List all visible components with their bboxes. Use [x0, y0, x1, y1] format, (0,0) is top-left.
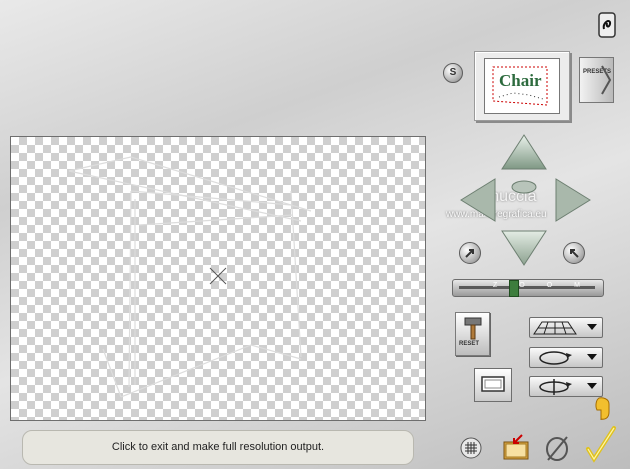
arrow-up-button[interactable] — [500, 132, 548, 172]
ok-icon[interactable] — [585, 425, 617, 468]
rotate-right-button[interactable] — [563, 242, 585, 264]
thumbnail-preview[interactable]: Chair — [474, 51, 570, 121]
zoom-handle[interactable] — [509, 280, 519, 297]
s-button-label: S — [449, 67, 457, 78]
chevron-down-icon — [587, 324, 597, 330]
rotate-mode-dropdown[interactable] — [529, 347, 603, 368]
status-bar: Click to exit and make full resolution o… — [22, 430, 414, 465]
info-icon[interactable] — [598, 12, 616, 38]
arrow-left-button[interactable] — [458, 177, 498, 223]
flip-mode-dropdown[interactable] — [529, 376, 603, 397]
presets-button[interactable]: PRESETS — [579, 57, 614, 103]
cancel-icon[interactable] — [543, 434, 571, 467]
rotate-icon — [539, 351, 572, 365]
thumbnail-image: Chair — [484, 58, 560, 114]
frame-icon — [481, 376, 505, 392]
chevron-down-icon — [587, 354, 597, 360]
rotate-left-button[interactable] — [459, 242, 481, 264]
reset-label: RESET — [459, 341, 480, 347]
status-text: Click to exit and make full resolution o… — [111, 441, 325, 453]
reset-button[interactable]: RESET — [455, 312, 490, 356]
wireframe-outline — [68, 156, 312, 398]
frame-button[interactable] — [474, 368, 512, 402]
grid-icon[interactable] — [460, 437, 482, 464]
arrow-right-button[interactable] — [553, 177, 593, 223]
save-icon[interactable] — [502, 432, 532, 467]
arrow-down-button[interactable] — [500, 228, 548, 268]
grid-view-dropdown[interactable] — [529, 317, 603, 338]
preview-canvas[interactable] — [10, 136, 426, 421]
flip-rotate-icon — [539, 379, 572, 395]
zoom-slider[interactable]: ZOOM — [452, 279, 604, 297]
chevron-down-icon — [587, 383, 597, 389]
perspective-grid-icon — [533, 321, 577, 335]
hand-icon — [593, 396, 615, 427]
center-button[interactable] — [510, 180, 538, 194]
s-button[interactable]: S — [443, 63, 463, 83]
